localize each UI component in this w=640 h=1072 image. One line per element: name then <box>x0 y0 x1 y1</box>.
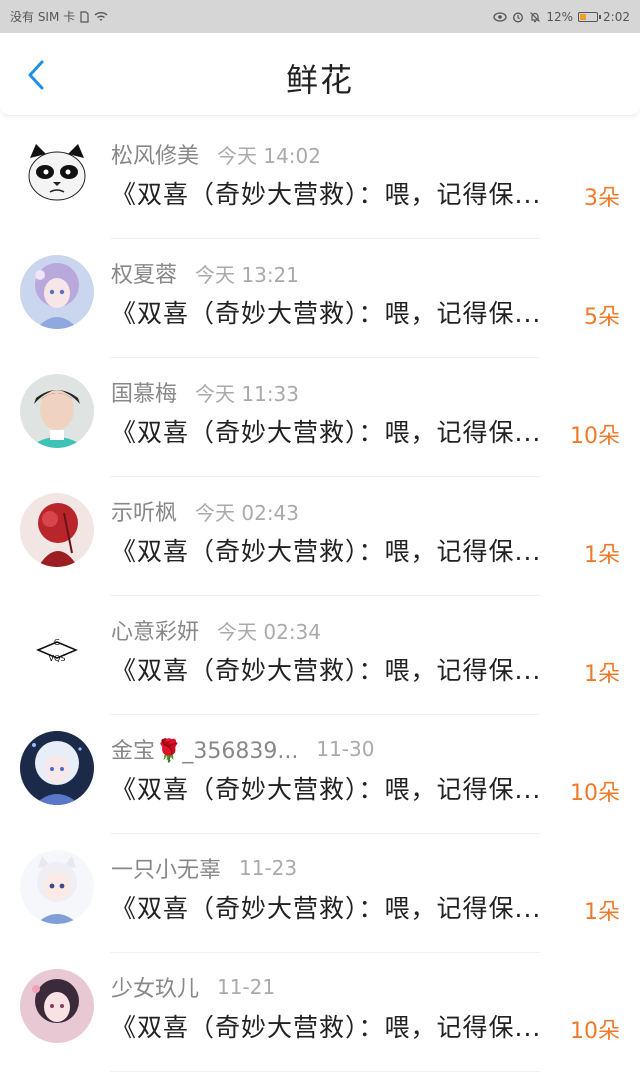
list-item[interactable]: 松风修美 今天 14:02 《双喜（奇妙大营救）：喂，记得保... 3朵 <box>0 120 640 239</box>
message-text: 《双喜（奇妙大营救）：喂，记得保... <box>111 656 542 685</box>
flower-count: 10朵 <box>570 424 620 449</box>
message-text: 《双喜（奇妙大营救）：喂，记得保... <box>111 775 542 804</box>
battery-percent: 12% <box>546 9 574 24</box>
flower-count: 5朵 <box>584 305 620 330</box>
message-text: 《双喜（奇妙大营救）：喂，记得保... <box>111 537 542 566</box>
sender-name: 心意彩妍 <box>111 620 200 645</box>
message-text: 《双喜（奇妙大营救）：喂，记得保... <box>111 418 542 447</box>
list-item[interactable]: 一只小无辜 11-23 《双喜（奇妙大营救）：喂，记得保... 1朵 <box>0 834 640 953</box>
alarm-icon <box>512 11 524 23</box>
timestamp: 今天 11:33 <box>195 381 300 406</box>
sender-name: 国慕梅 <box>111 382 178 407</box>
carrier-text: 没有 SIM 卡 <box>10 10 76 24</box>
flower-count: 1朵 <box>584 662 620 687</box>
list-item[interactable]: G VQS 心意彩妍 今天 02:34 《双喜（奇妙大营救）：喂，记得保... … <box>0 596 640 715</box>
message-text: 《双喜（奇妙大营救）：喂，记得保... <box>111 1013 542 1042</box>
timestamp: 今天 14:02 <box>217 143 322 168</box>
message-text: 《双喜（奇妙大营救）：喂，记得保... <box>111 180 542 209</box>
message-text: 《双喜（奇妙大营救）：喂，记得保... <box>111 894 542 923</box>
message-text: 《双喜（奇妙大营救）：喂，记得保... <box>111 299 542 328</box>
vqs-logo-bottom: VQS <box>49 654 66 663</box>
status-bar: 没有 SIM 卡 12% 2:02 <box>0 0 640 33</box>
list-item[interactable]: 金宝🌹_356839... 11-30 《双喜（奇妙大营救）：喂，记得保... … <box>0 715 640 834</box>
eye-icon <box>493 11 508 22</box>
list-item[interactable]: 少女玖儿 11-21 《双喜（奇妙大营救）：喂，记得保... 10朵 <box>0 953 640 1072</box>
flower-list: 松风修美 今天 14:02 《双喜（奇妙大营救）：喂，记得保... 3朵 权夏蓉… <box>0 120 640 1072</box>
timestamp: 今天 13:21 <box>195 262 300 287</box>
clock-time: 2:02 <box>603 9 630 24</box>
wifi-icon <box>94 11 108 22</box>
avatar <box>20 374 94 448</box>
timestamp: 今天 02:43 <box>195 500 300 525</box>
timestamp: 11-21 <box>217 975 276 999</box>
list-item[interactable]: 示听枫 今天 02:43 《双喜（奇妙大营救）：喂，记得保... 1朵 <box>0 477 640 596</box>
flower-count: 1朵 <box>584 900 620 925</box>
list-item[interactable]: 权夏蓉 今天 13:21 《双喜（奇妙大营救）：喂，记得保... 5朵 <box>0 239 640 358</box>
flower-count: 3朵 <box>584 186 620 211</box>
avatar <box>20 136 94 210</box>
sim-icon <box>80 10 89 23</box>
sender-name: 一只小无辜 <box>111 858 222 883</box>
avatar <box>20 255 94 329</box>
timestamp: 11-23 <box>239 856 298 880</box>
flower-count: 1朵 <box>584 543 620 568</box>
sender-name: 松风修美 <box>111 144 200 169</box>
battery-icon <box>578 11 602 22</box>
timestamp: 11-30 <box>316 737 375 761</box>
avatar <box>20 969 94 1043</box>
sender-name: 权夏蓉 <box>111 263 178 288</box>
avatar <box>20 731 94 805</box>
page-title: 鲜花 <box>285 61 354 99</box>
sender-name: 少女玖儿 <box>111 977 200 1002</box>
timestamp: 今天 02:34 <box>217 619 322 644</box>
flower-count: 10朵 <box>570 781 620 806</box>
flower-count: 10朵 <box>570 1019 620 1044</box>
navigation-header: 鲜花 <box>0 33 640 116</box>
avatar: G VQS <box>20 612 94 686</box>
sender-name: 示听枫 <box>111 501 178 526</box>
sender-name: 金宝🌹_356839... <box>111 739 299 764</box>
mute-bell-icon <box>529 11 541 23</box>
vqs-logo-top: G <box>54 638 60 647</box>
avatar <box>20 493 94 567</box>
avatar <box>20 850 94 924</box>
list-item[interactable]: 国慕梅 今天 11:33 《双喜（奇妙大营救）：喂，记得保... 10朵 <box>0 358 640 477</box>
